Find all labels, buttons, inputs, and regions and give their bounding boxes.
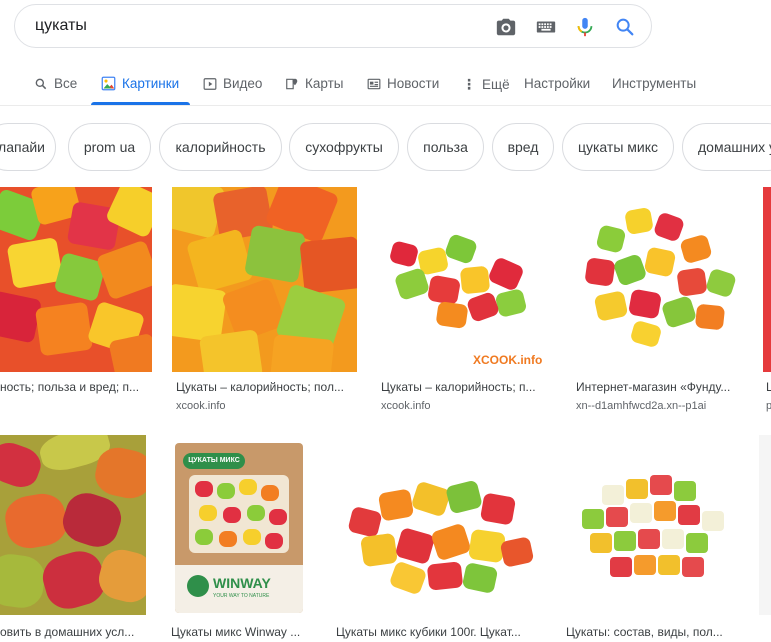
- result-thumbnail[interactable]: [332, 435, 542, 615]
- chip-label: лапайи: [0, 139, 45, 155]
- chip-related[interactable]: сухофрукты: [289, 123, 399, 171]
- active-tab-indicator: [91, 102, 190, 105]
- result-source[interactable]: xn--d1amhfwcd2a.xn--p1ai: [576, 400, 744, 412]
- tab-images[interactable]: Картинки: [101, 76, 179, 91]
- microphone-icon[interactable]: [574, 16, 596, 38]
- result-title[interactable]: ность; польза и вред; п...: [0, 380, 152, 394]
- search-icon: [35, 78, 47, 89]
- search-input[interactable]: цукаты: [35, 17, 87, 35]
- result-source[interactable]: xcook.info: [176, 400, 356, 412]
- tab-label: Новости: [387, 76, 440, 91]
- tab-news[interactable]: Новости: [367, 76, 439, 91]
- chip-label: цукаты микс: [577, 139, 659, 155]
- chip-related[interactable]: польза: [407, 123, 484, 171]
- news-icon: [367, 78, 381, 89]
- result-title[interactable]: Интернет-магазин «Фунду...: [576, 380, 744, 394]
- search-bar[interactable]: цукаты: [14, 4, 652, 48]
- result-title[interactable]: Цукаты микс кубики 100г. Цукат...: [336, 625, 542, 639]
- tab-maps[interactable]: Карты: [285, 76, 343, 91]
- brand-logo-icon: [187, 575, 209, 597]
- tab-video[interactable]: Видео: [203, 76, 262, 91]
- search-icon[interactable]: [614, 16, 636, 38]
- tab-more[interactable]: ⋮ Ещё: [462, 76, 510, 93]
- tab-label: Инструменты: [612, 76, 697, 91]
- result-thumbnail[interactable]: [759, 435, 771, 615]
- map-icon: [286, 78, 298, 89]
- keyboard-icon[interactable]: [535, 16, 557, 38]
- tab-label: Карты: [305, 76, 344, 91]
- tab-all[interactable]: Все: [34, 76, 77, 91]
- result-title[interactable]: Ц: [766, 380, 771, 394]
- result-thumbnail[interactable]: [572, 187, 744, 372]
- result-thumbnail[interactable]: XCOOK.info: [377, 187, 551, 372]
- search-tabs: Все Картинки Видео Карты Новости ⋮ Ещё Н…: [0, 60, 771, 106]
- result-thumbnail[interactable]: [562, 435, 738, 615]
- video-icon: [203, 77, 217, 90]
- chip-label: вред: [507, 139, 539, 155]
- result-thumbnail[interactable]: [763, 187, 771, 372]
- result-title[interactable]: Цукаты микс Winway ...: [171, 625, 313, 639]
- result-title[interactable]: Цукаты – калорийность; п...: [381, 380, 551, 394]
- result-thumbnail[interactable]: [0, 435, 146, 615]
- result-thumbnail[interactable]: [0, 187, 152, 372]
- camera-icon[interactable]: [495, 16, 517, 38]
- result-title[interactable]: Цукаты – калорийность; пол...: [176, 380, 356, 394]
- product-package: ЦУКАТЫ МИКС WINWAY YOUR WAY TO NATURE: [175, 443, 303, 613]
- tab-tools[interactable]: Инструменты: [612, 76, 696, 91]
- tab-label: Ещё: [482, 77, 510, 92]
- tab-label: Настройки: [524, 76, 591, 91]
- result-source[interactable]: р: [766, 400, 771, 412]
- chip-label: сухофрукты: [305, 139, 383, 155]
- watermark: XCOOK.info: [473, 353, 543, 367]
- result-title[interactable]: Цукаты: состав, виды, пол...: [566, 625, 738, 639]
- chip-label: prom ua: [83, 139, 136, 155]
- tab-settings[interactable]: Настройки: [524, 76, 590, 91]
- result-thumbnail[interactable]: [172, 187, 357, 372]
- chip-related[interactable]: prom ua: [68, 123, 151, 171]
- chip-related[interactable]: домашних у: [682, 123, 771, 171]
- more-vert-icon: ⋮: [462, 76, 476, 92]
- result-title[interactable]: овить в домашних усл...: [0, 625, 146, 639]
- chip-related[interactable]: лапайи: [0, 123, 56, 171]
- tab-label: Все: [54, 76, 78, 91]
- tab-label: Видео: [223, 76, 263, 91]
- chip-label: домашних у: [698, 139, 771, 155]
- result-source[interactable]: xcook.info: [381, 400, 551, 412]
- chip-label: польза: [423, 139, 468, 155]
- package-label: ЦУКАТЫ МИКС: [183, 453, 245, 469]
- tab-label: Картинки: [122, 76, 180, 91]
- chip-label: калорийность: [175, 139, 266, 155]
- result-thumbnail[interactable]: ЦУКАТЫ МИКС WINWAY YOUR WAY TO NATURE: [167, 435, 311, 615]
- chip-related[interactable]: цукаты микс: [562, 123, 674, 171]
- chip-related[interactable]: вред: [492, 123, 554, 171]
- package-slogan: YOUR WAY TO NATURE: [213, 593, 270, 599]
- chip-related[interactable]: калорийность: [159, 123, 282, 171]
- image-icon: [101, 76, 116, 91]
- package-brand: WINWAY: [213, 575, 271, 591]
